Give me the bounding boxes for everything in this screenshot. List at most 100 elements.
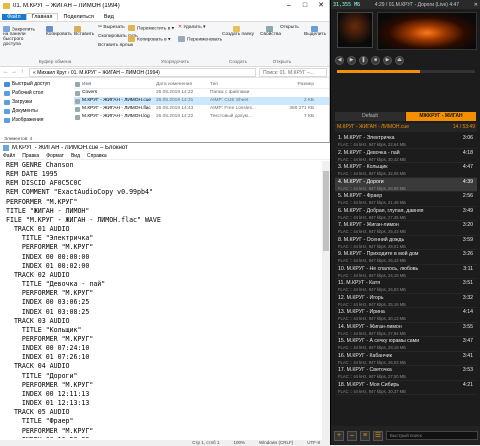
forward-icon[interactable]: → (10, 69, 18, 75)
notepad-titlebar[interactable]: М.КРУГ - ЖИГАН - ЛИМОН.cue – Блокнот (0, 143, 330, 152)
file-row[interactable]: М.КРУГ - ЖИГАН - ЛИМОН.log 26.05.2019 14… (74, 113, 329, 121)
remove-icon[interactable]: – (347, 430, 357, 441)
nav-item-documents[interactable]: Документы (0, 107, 72, 116)
playlist-item[interactable]: 14. М.КРУГ - Жиган-лимон FLAC :: 44 kHz, … (335, 323, 477, 337)
file-row[interactable]: М.КРУГ - ЖИГАН - ЛИМОН.flac 26.05.2019 1… (74, 105, 329, 113)
tab-zhigan[interactable]: МЖКРУГ - ЖИГАН (406, 112, 476, 121)
file-row[interactable]: Covers 26.05.2019 14:22 Папка с файлами (74, 89, 329, 97)
zoom-level: 100% (233, 440, 245, 445)
playlist-item[interactable]: 9. М.КРУГ - Приходите в мой дом FLAC :: 4… (335, 250, 477, 265)
playlist-item[interactable]: 1. М.КРУГ - Электричка FLAC :: 44 kHz, 94… (335, 134, 477, 149)
menu-help[interactable]: Справка (87, 153, 107, 159)
nav-item-quick-access[interactable]: Быстрый доступ (0, 80, 72, 89)
pause-icon[interactable]: ❚ (359, 55, 368, 65)
previous-icon[interactable]: ◀ (335, 55, 344, 65)
playlist-item[interactable]: 5. М.КРУГ - Фраер FLAC :: 44 kHz, 947 kbp… (335, 192, 477, 207)
tab-file[interactable]: Файл (2, 13, 26, 20)
playlist-item[interactable]: 10. М.КРУГ - Не спалось, любовь FLAC :: 4… (335, 265, 477, 279)
playlist-item[interactable]: 6. М.КРУГ - Добрая, глупая, давняя FLAC :… (335, 207, 477, 221)
copy-to-button[interactable]: Копировать в ▾ (128, 36, 170, 42)
properties-button[interactable]: Свойства (260, 26, 281, 37)
pin-button[interactable]: Закрепить на панели быстрого доступа (3, 26, 37, 47)
visualization[interactable] (377, 12, 477, 50)
aimp-close-icon[interactable]: ✕ (474, 2, 478, 8)
file-row[interactable]: М.КРУГ - ЖИГАН - ЛИМОН.cue 26.05.2019 14… (74, 97, 329, 105)
copy-button[interactable]: Копировать (46, 26, 72, 37)
seek-bar[interactable] (337, 70, 475, 73)
notepad-statusbar: Стр 1, стлб 1 100% Windows (CRLF) UTF-8 (0, 440, 330, 446)
menu-file[interactable]: Файл (3, 153, 15, 159)
sort-icon[interactable]: ≡ (360, 430, 370, 441)
track-duration: 4:14 (462, 309, 473, 315)
rename-button[interactable]: Переименовать (178, 36, 222, 42)
paste-shortcut-button[interactable]: Вставить ярлык (98, 43, 133, 48)
stop-icon[interactable]: ■ (371, 55, 380, 65)
track-title: 4. М.КРУГ - Дороги (338, 178, 384, 185)
playlist-item[interactable]: 4. М.КРУГ - Дороги FLAC :: 44 kHz, 947 kb… (335, 177, 477, 192)
notepad-window: М.КРУГ - ЖИГАН - ЛИМОН.cue – Блокнот Фай… (0, 142, 330, 446)
play-icon[interactable]: ▶ (347, 55, 356, 65)
playlist-item[interactable]: 12. М.КРУГ - Игорь FLAC :: 44 kHz, 947 kb… (335, 294, 477, 308)
delete-button[interactable]: ✕ Удалить ▾ (178, 25, 205, 30)
menu-icon[interactable]: ☰ (373, 430, 383, 441)
track-title: 14. М.КРУГ - Жиган-лимон (338, 323, 402, 330)
back-icon[interactable]: ← (2, 69, 10, 75)
menu-format[interactable]: Формат (46, 153, 64, 159)
playlist-item[interactable]: 13. М.КРУГ - Ирина FLAC :: 44 kHz, 947 kb… (335, 308, 477, 323)
playlist-item[interactable]: 17. М.КРУГ - Светочка FLAC :: 44 kHz, 947… (335, 366, 477, 381)
select-button[interactable]: Выделить (304, 26, 326, 37)
tab-default[interactable]: Default (335, 112, 405, 121)
playlist-item[interactable]: 3. М.КРУГ - Кольщик FLAC :: 44 kHz, 947 k… (335, 163, 477, 178)
move-to-button[interactable]: Переместить в ▾ (128, 25, 174, 31)
scrollbar-thumb[interactable] (323, 171, 329, 251)
tab-view[interactable]: Вид (99, 14, 119, 20)
new-folder-button[interactable]: Создать папку (222, 26, 254, 37)
search-input[interactable]: Поиск: 01. М.КРУГ –... (259, 67, 327, 77)
playlist-item[interactable]: 16. М.КРУГ - Кабанчик FLAC :: 44 kHz, 947… (335, 352, 477, 366)
close-button[interactable]: ✕ (313, 0, 329, 12)
track-title: 10. М.КРУГ - Не спалось, любовь (338, 265, 419, 272)
quick-search-input[interactable]: Быстрый поиск (386, 431, 478, 440)
open-button[interactable]: Открыть (280, 25, 299, 30)
cut-button[interactable]: ✂ Вырезать (98, 25, 125, 30)
aimp-titlebar[interactable]: 31,355 МБ 4:29 / 01.М.КРУГ - Дороги (Liv… (331, 0, 480, 9)
track-duration: 3:32 (462, 294, 473, 301)
playlist-item[interactable]: 11. М.КРУГ - Катя FLAC :: 44 kHz, 947 kbp… (335, 279, 477, 294)
column-size[interactable]: Размер (274, 80, 315, 88)
playlist-header: М.КРУГ - ЖИГАН - ЛИМОН.cue 14 / 53:49 (335, 123, 477, 132)
explorer-titlebar[interactable]: 01. М.КРУГ – ЖИГАН – ЛИМОН (1994) – □ ✕ (0, 0, 329, 12)
nav-item-downloads[interactable]: Загрузки (0, 98, 72, 107)
up-icon[interactable]: ↑ (18, 69, 26, 75)
playlist-item[interactable]: 8. М.КРУГ - Осенний дождь FLAC :: 44 kHz,… (335, 236, 477, 250)
scissors-icon: ✂ (98, 25, 103, 30)
notepad-text-area[interactable]: REM GENRE Chanson REM DATE 1995 REM DISC… (2, 161, 320, 438)
menu-edit[interactable]: Правка (22, 153, 39, 159)
paste-button[interactable]: Вставить (74, 26, 94, 37)
playlist-item[interactable]: 15. М.КРУГ - А сечку юрамы сами FLAC :: 4… (335, 337, 477, 352)
group-clipboard: Буфер обмена (38, 60, 72, 65)
nav-item-pictures[interactable]: Изображения (0, 116, 72, 125)
address-field[interactable]: « Михаил Круг › 01. М.КРУГ – ЖИГАН – ЛИМ… (29, 67, 256, 77)
next-icon[interactable]: ▶ (383, 55, 392, 65)
playlist-item[interactable]: 2. М.КРУГ - Девочка - пай FLAC :: 44 kHz,… (335, 149, 477, 163)
column-name[interactable]: Имя (74, 80, 156, 88)
playlist-item[interactable]: 7. М.КРУГ - Жиган-лимон FLAC :: 44 kHz, 9… (335, 221, 477, 236)
column-date[interactable]: Дата изменения (156, 80, 210, 88)
maximize-button[interactable]: □ (297, 0, 313, 12)
column-type[interactable]: Тип (210, 80, 274, 88)
track-info: FLAC :: 44 kHz, 947 kbps, 24,15 МБ (338, 272, 406, 278)
menu-view[interactable]: Вид (71, 153, 80, 159)
track-info: FLAC :: 44 kHz, 947 kbps, 26,03 МБ (338, 359, 406, 365)
vertical-scrollbar[interactable] (322, 161, 330, 441)
open-icon[interactable]: ⏏ (395, 55, 404, 65)
track-info: FLAC :: 44 kHz, 947 kbps, 30,37 МБ (338, 388, 406, 394)
add-icon[interactable]: + (334, 430, 344, 441)
minimize-button[interactable]: – (281, 0, 297, 12)
tab-share[interactable]: Поделиться (58, 14, 98, 20)
track-info: FLAC :: 44 kHz, 947 kbps, 25,16 МБ (338, 301, 406, 307)
tab-home[interactable]: Главная (25, 13, 59, 20)
track-title: 8. М.КРУГ - Осенний дождь (338, 236, 405, 243)
playlist-item[interactable]: 18. М.КРУГ - Моя Сибирь FLAC :: 44 kHz, 9… (335, 381, 477, 395)
playlist-total: 14 / 53:49 (452, 124, 475, 130)
nav-item-desktop[interactable]: Рабочий стол (0, 89, 72, 98)
